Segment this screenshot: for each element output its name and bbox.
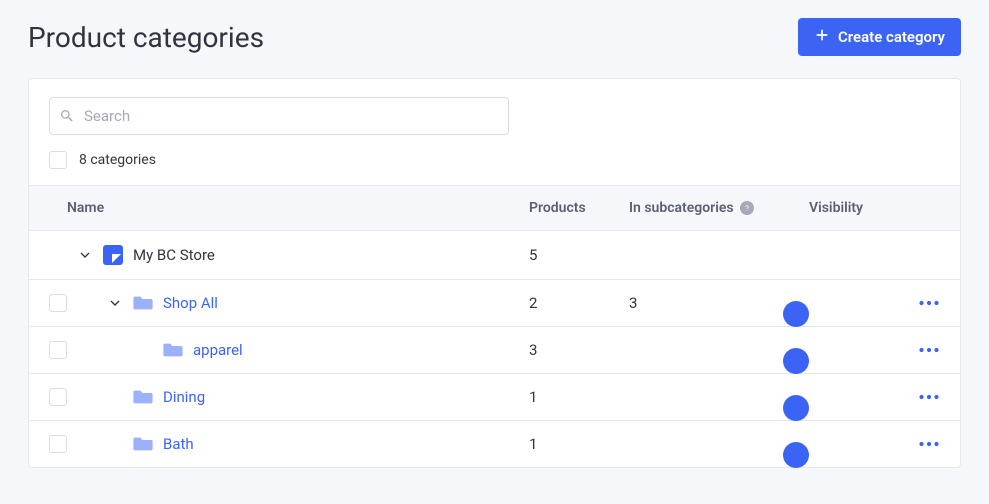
table-row: Bath 1	[29, 421, 960, 467]
row-name-link[interactable]: Bath	[163, 435, 194, 453]
table-row: apparel 3	[29, 327, 960, 374]
help-icon[interactable]	[740, 201, 754, 215]
table-row: Shop All 2 3	[29, 280, 960, 327]
row-products: 1	[529, 388, 629, 406]
row-name-link[interactable]: Shop All	[163, 294, 218, 312]
table-row: Dining 1	[29, 374, 960, 421]
more-actions-icon[interactable]	[909, 300, 949, 306]
row-checkbox[interactable]	[49, 341, 67, 359]
column-products: Products	[529, 200, 629, 216]
chevron-down-icon[interactable]	[77, 247, 93, 263]
store-icon	[103, 245, 123, 265]
folder-icon	[133, 436, 153, 452]
plus-icon	[814, 27, 830, 47]
more-actions-icon[interactable]	[909, 347, 949, 353]
folder-icon	[133, 295, 153, 311]
select-all-checkbox[interactable]	[49, 151, 67, 169]
folder-icon	[163, 342, 183, 358]
chevron-down-icon[interactable]	[107, 295, 123, 311]
more-actions-icon[interactable]	[909, 441, 949, 447]
search-input[interactable]	[49, 97, 509, 135]
category-count-label: 8 categories	[79, 152, 156, 168]
column-name: Name	[49, 200, 529, 216]
row-products: 3	[529, 341, 629, 359]
page-title: Product categories	[28, 21, 264, 54]
table-row-root: My BC Store 5	[29, 231, 960, 280]
search-icon	[59, 108, 75, 124]
row-checkbox[interactable]	[49, 294, 67, 312]
more-actions-icon[interactable]	[909, 394, 949, 400]
row-products: 2	[529, 294, 629, 312]
row-checkbox[interactable]	[49, 388, 67, 406]
row-name-link[interactable]: apparel	[193, 341, 243, 359]
row-name: My BC Store	[133, 246, 215, 264]
row-subcategories: 3	[629, 294, 809, 312]
column-visibility: Visibility	[809, 200, 909, 216]
row-checkbox[interactable]	[49, 435, 67, 453]
table-header: Name Products In subcategories Visibilit…	[29, 185, 960, 231]
folder-icon	[133, 389, 153, 405]
create-category-button[interactable]: Create category	[798, 18, 961, 56]
column-subcategories: In subcategories	[629, 200, 809, 216]
categories-card: 8 categories Name Products In subcategor…	[28, 78, 961, 468]
column-subcategories-label: In subcategories	[629, 200, 734, 216]
row-name-link[interactable]: Dining	[163, 388, 205, 406]
row-products: 1	[529, 435, 629, 453]
row-products: 5	[529, 246, 629, 264]
create-category-label: Create category	[838, 28, 945, 46]
